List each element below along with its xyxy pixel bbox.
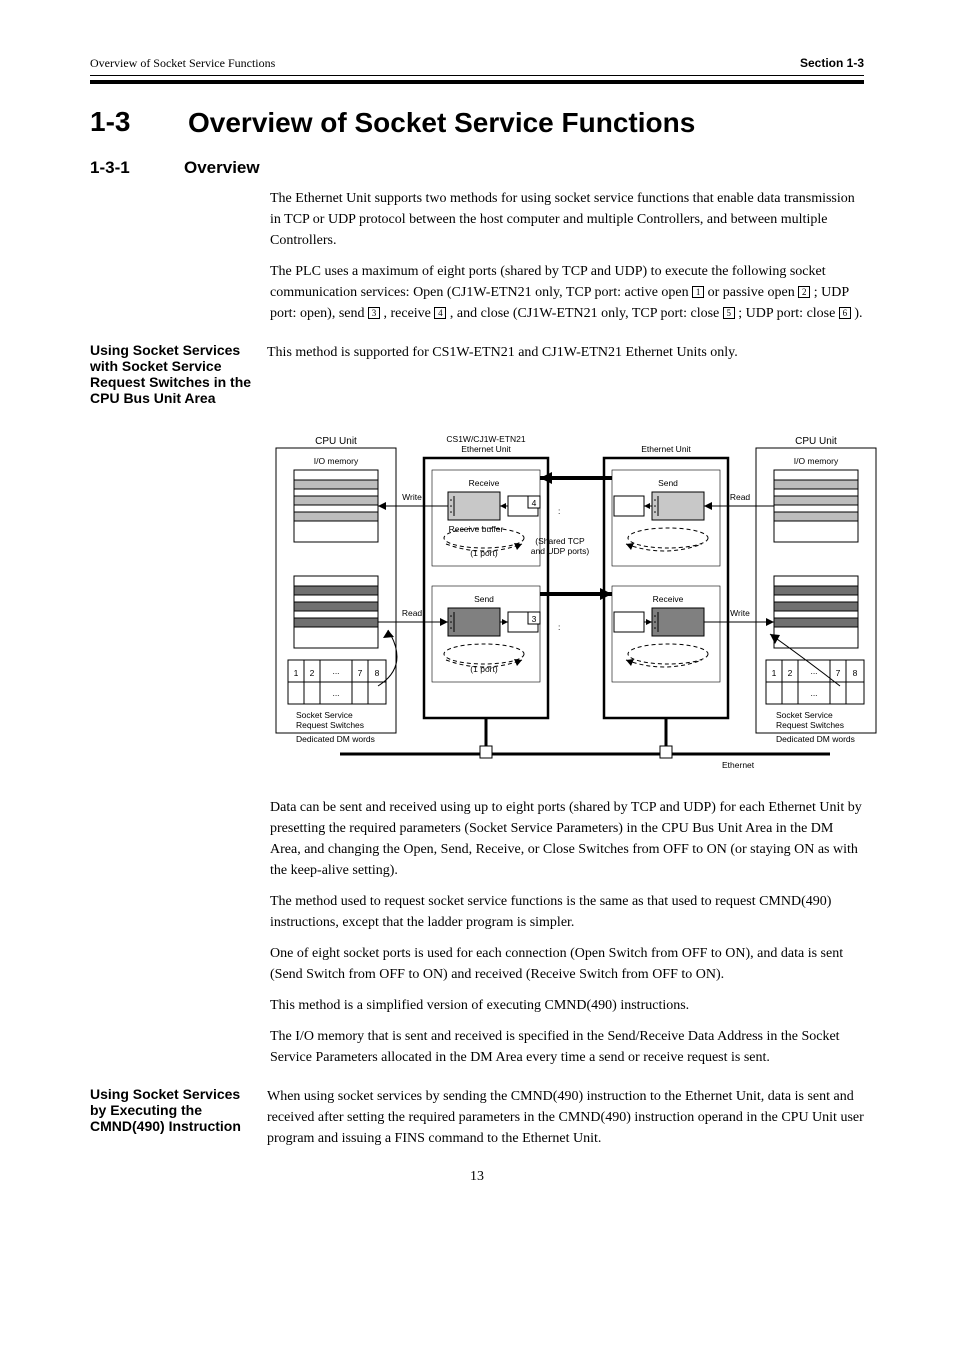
intro-p2-5: ; UDP port: close <box>738 306 835 321</box>
svg-text:Socket Service: Socket Service <box>296 710 353 720</box>
below-p1: Data can be sent and received using up t… <box>270 797 864 881</box>
svg-text:Dedicated DM words: Dedicated DM words <box>296 734 375 744</box>
feature1-body: This method is supported for CS1W-ETN21 … <box>267 334 864 406</box>
intro-p1: The Ethernet Unit supports two methods f… <box>270 188 864 251</box>
svg-text:Socket Service: Socket Service <box>776 710 833 720</box>
feature2-label: Using Socket Services by Executing the C… <box>90 1086 255 1149</box>
below-p5: The I/O memory that is sent and received… <box>270 1026 864 1068</box>
svg-text:CPU Unit: CPU Unit <box>315 436 357 447</box>
svg-text:1: 1 <box>772 668 777 678</box>
intro-p2-1: or passive open <box>708 285 795 300</box>
svg-text:Read: Read <box>402 608 423 618</box>
svg-text:CS1W/CJ1W-ETN21: CS1W/CJ1W-ETN21 <box>446 436 525 444</box>
svg-text:...: ... <box>332 666 339 676</box>
svg-text:Ethernet: Ethernet <box>722 760 755 770</box>
svg-text:(1 port): (1 port) <box>470 548 498 558</box>
svg-text:(1 port): (1 port) <box>470 664 498 674</box>
svg-text:I/O memory: I/O memory <box>794 456 839 466</box>
intro-p2: The PLC uses a maximum of eight ports (s… <box>270 261 864 324</box>
svg-text:Send: Send <box>474 594 494 604</box>
diagram-svg: CPU Unit I/O memory 1 2 ... 7 8 ... <box>270 436 910 776</box>
socket-diagram: CPU Unit I/O memory 1 2 ... 7 8 ... <box>270 436 870 781</box>
svg-text:and UDP ports): and UDP ports) <box>531 546 590 556</box>
svg-text:CPU Unit: CPU Unit <box>795 436 837 447</box>
rule-thin <box>90 75 864 76</box>
svg-text:Request Switches: Request Switches <box>296 720 364 730</box>
svg-text:8: 8 <box>853 668 858 678</box>
sq-3: 3 <box>368 307 380 319</box>
svg-text:7: 7 <box>358 668 363 678</box>
feature1-label: Using Socket Services with Socket Servic… <box>90 342 255 406</box>
subsec-title: Overview <box>184 158 260 178</box>
svg-text:(Shared TCP: (Shared TCP <box>535 536 585 546</box>
svg-text:Ethernet Unit: Ethernet Unit <box>641 444 691 454</box>
rule-thick <box>90 80 864 84</box>
page-number: 13 <box>0 1169 954 1185</box>
svg-text:4: 4 <box>532 498 537 508</box>
svg-text:Ethernet Unit: Ethernet Unit <box>461 444 511 454</box>
intro-p2-3: , receive <box>383 306 430 321</box>
svg-text:...: ... <box>810 688 817 698</box>
sq-1: 1 <box>692 286 704 298</box>
sq-4: 4 <box>434 307 446 319</box>
svg-text:Read: Read <box>730 492 751 502</box>
svg-text:8: 8 <box>375 668 380 678</box>
svg-text:I/O memory: I/O memory <box>314 456 359 466</box>
svg-text:Write: Write <box>402 492 422 502</box>
svg-text:Receive: Receive <box>653 594 684 604</box>
below-p2: The method used to request socket servic… <box>270 891 864 933</box>
below-p4: This method is a simplified version of e… <box>270 995 864 1016</box>
svg-text:Write: Write <box>730 608 750 618</box>
svg-text:...: ... <box>332 688 339 698</box>
below-p3: One of eight socket ports is used for ea… <box>270 943 864 985</box>
svg-text:2: 2 <box>310 668 315 678</box>
subsec-number: 1-3-1 <box>90 158 160 178</box>
header-left: Overview of Socket Service Functions <box>90 56 275 71</box>
section-number: 1-3 <box>90 106 160 138</box>
intro-p2-6: ). <box>854 306 862 321</box>
sq-2: 2 <box>798 286 810 298</box>
header-right: Section 1-3 <box>800 56 864 71</box>
svg-text:Dedicated DM words: Dedicated DM words <box>776 734 855 744</box>
svg-text:Send: Send <box>658 478 678 488</box>
svg-text:Receive: Receive <box>469 478 500 488</box>
svg-text:1: 1 <box>294 668 299 678</box>
svg-text::: : <box>558 622 560 632</box>
section-title: Overview of Socket Service Functions <box>188 106 695 140</box>
sq-5: 5 <box>723 307 735 319</box>
svg-text:3: 3 <box>532 614 537 624</box>
svg-text:7: 7 <box>836 668 841 678</box>
svg-text:2: 2 <box>788 668 793 678</box>
intro-p2-4: , and close (CJ1W-ETN21 only, TCP port: … <box>450 306 719 321</box>
svg-text:Request Switches: Request Switches <box>776 720 844 730</box>
svg-text:Receive buffer: Receive buffer <box>449 524 504 534</box>
feature2-body: When using socket services by sending th… <box>267 1078 864 1149</box>
svg-text::: : <box>558 506 560 516</box>
sq-6: 6 <box>839 307 851 319</box>
